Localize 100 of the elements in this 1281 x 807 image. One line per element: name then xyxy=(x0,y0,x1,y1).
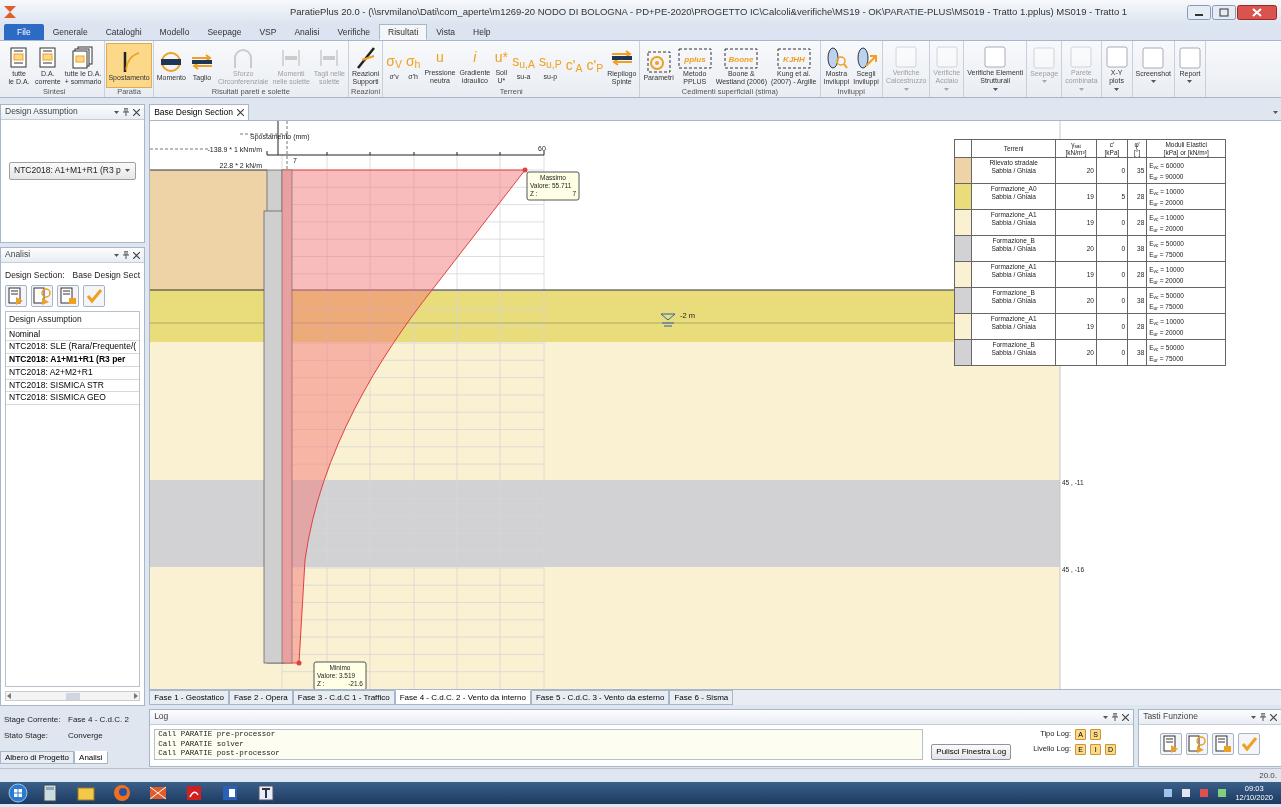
pin-icon[interactable] xyxy=(1112,713,1119,721)
ring-icon xyxy=(159,49,184,74)
symbol-icon: u* xyxy=(494,46,509,69)
maximum-point xyxy=(522,167,528,173)
ribbon-tab[interactable]: Vista xyxy=(427,24,465,40)
scrollbar[interactable] xyxy=(5,691,141,701)
file-menu[interactable]: File xyxy=(4,24,44,40)
documents-icon xyxy=(71,45,96,70)
network-icon[interactable] xyxy=(1163,788,1174,798)
start-button[interactable] xyxy=(8,783,28,803)
close-icon[interactable] xyxy=(1237,4,1277,20)
tool-button[interactable] xyxy=(1186,733,1209,755)
document-icon[interactable] xyxy=(220,783,240,803)
pin-icon[interactable] xyxy=(1260,713,1267,721)
panel-tab[interactable]: Analisi xyxy=(74,750,108,764)
tool-icon[interactable] xyxy=(256,783,276,803)
field-label: Design Section: xyxy=(5,271,65,281)
browser-icon[interactable] xyxy=(112,783,132,803)
symbol-icon: σ$_{V}$ xyxy=(386,50,402,73)
symbol-icon: s$_{u,P}$ xyxy=(539,50,562,73)
caret-icon xyxy=(1251,715,1257,719)
field-value: Converge xyxy=(68,730,103,742)
caret-icon xyxy=(1103,715,1109,719)
stop-icon xyxy=(1213,734,1234,754)
scroll-thumb[interactable] xyxy=(65,692,80,700)
panel-title: Tasti Funzione xyxy=(1143,712,1198,722)
list-item[interactable]: NTC2018: SLE (Rara/Frequente/( xyxy=(6,341,140,355)
list-item[interactable]: NTC2018: A1+M1+R1 (R3 per xyxy=(6,354,140,367)
blank-icon xyxy=(1104,45,1129,69)
document-tab[interactable]: Base Design Section xyxy=(149,104,250,120)
field-label: Stage Corrente: xyxy=(4,714,62,726)
volume-icon[interactable] xyxy=(1181,788,1192,798)
phase-tab[interactable]: Fase 1 - Geostatico xyxy=(149,690,229,705)
water-level-icon xyxy=(660,313,676,327)
scroll-right-icon[interactable] xyxy=(133,693,140,699)
calculator-icon[interactable] xyxy=(40,783,60,803)
run-multiple-icon xyxy=(1187,734,1208,754)
blank-icon xyxy=(934,45,959,69)
flag-icon[interactable] xyxy=(1199,788,1210,798)
symbol-icon: s$_{u,A}$ xyxy=(512,50,536,73)
close-icon[interactable] xyxy=(1270,713,1278,721)
lens-arrow-icon xyxy=(854,45,879,70)
symbol-icon: c'$_{A}$ xyxy=(565,54,583,77)
run-multiple-icon xyxy=(32,285,52,306)
ribbon-tab[interactable]: Risultati xyxy=(379,24,428,40)
tool-button[interactable] xyxy=(1160,733,1183,755)
ribbon-tab[interactable]: Verifiche xyxy=(328,24,380,40)
phase-tab[interactable]: Fase 6 - Sisma xyxy=(669,690,734,705)
field-value: Base Design Sect xyxy=(72,271,141,281)
clear-log-button[interactable]: Pulisci Finestra Log xyxy=(931,744,1012,760)
minimum-point xyxy=(296,660,302,666)
field-value: Fase 4 - C.d.C. 2 xyxy=(68,714,129,726)
blank-icon xyxy=(894,45,919,69)
phase-tab[interactable]: Fase 3 - C.d.C 1 - Traffico xyxy=(292,690,395,705)
caret-icon xyxy=(1273,110,1279,114)
caret-icon xyxy=(114,110,120,114)
gauge-icon xyxy=(646,49,671,74)
scroll-left-icon[interactable] xyxy=(6,693,12,699)
minimize-icon[interactable] xyxy=(1187,4,1211,20)
tool-button[interactable] xyxy=(1212,733,1235,755)
design-assumption-dropdown[interactable]: NTC2018: A1+M1+R1 (R3 p xyxy=(9,162,137,180)
ribbon-tab[interactable]: Modello xyxy=(150,24,199,40)
ribbon-tab[interactable]: Generale xyxy=(43,24,97,40)
logo-icon: Boone xyxy=(724,45,759,70)
logo-icon: pplus xyxy=(677,45,712,70)
close-icon[interactable] xyxy=(237,109,245,116)
phase-tab[interactable]: Fase 5 - C.d.C. 3 - Vento da esterno xyxy=(530,690,670,705)
ribbon-tab[interactable]: Cataloghi xyxy=(96,24,151,40)
version-label: 20.0. xyxy=(1259,770,1277,781)
phase-tab[interactable]: Fase 4 - C.d.C. 2 - Vento da interno xyxy=(394,690,531,705)
blank-icon xyxy=(1032,45,1057,70)
lens-icon xyxy=(824,45,849,70)
ribbon-tab[interactable]: Analisi xyxy=(285,24,329,40)
list-item[interactable]: NTC2018: SISMICA GEO xyxy=(6,392,140,406)
pin-icon[interactable] xyxy=(123,251,130,259)
tool-button[interactable] xyxy=(31,284,53,307)
panel-title: Log xyxy=(154,712,169,722)
window-title: ParatiePlus 20.0 - (\\srvmilano\Dati\com_aperte\m1269-20 NODO DI BOLOGNA - PD+PE-2020\PROGETTO IC\Calcoli&verifiche\MS19 - OK\PARATIE-PLUS\MS019 - Tratto 1.pplus) MS019 - Tratto 1 xyxy=(290,6,1128,18)
tool-button[interactable] xyxy=(5,284,27,307)
symbol-icon: c'$_{P}$ xyxy=(586,54,604,77)
close-icon[interactable] xyxy=(1122,713,1130,721)
tool-button[interactable] xyxy=(57,284,79,307)
blank-icon xyxy=(1141,45,1166,70)
caret-icon xyxy=(124,169,130,173)
pin-icon[interactable] xyxy=(123,108,130,116)
panel-tab[interactable]: Albero di Progetto xyxy=(0,750,75,764)
pdf-icon[interactable] xyxy=(184,783,204,803)
caret-icon xyxy=(114,253,120,257)
battery-icon[interactable] xyxy=(1217,788,1228,798)
phase-tab[interactable]: Fase 2 - Opera xyxy=(228,690,293,705)
close-icon[interactable] xyxy=(133,251,141,259)
check-icon xyxy=(1239,734,1260,754)
panel-title: Design Assumption xyxy=(5,107,78,117)
close-icon[interactable] xyxy=(133,108,141,116)
ribbon-tab[interactable]: VSP xyxy=(250,24,286,40)
ribbon-tab[interactable]: Help xyxy=(464,24,500,40)
check-button[interactable] xyxy=(1238,733,1261,755)
logo-icon: KJHH xyxy=(776,45,811,70)
ribbon-tab[interactable]: Seepage xyxy=(198,24,251,40)
check-button[interactable] xyxy=(83,284,105,307)
